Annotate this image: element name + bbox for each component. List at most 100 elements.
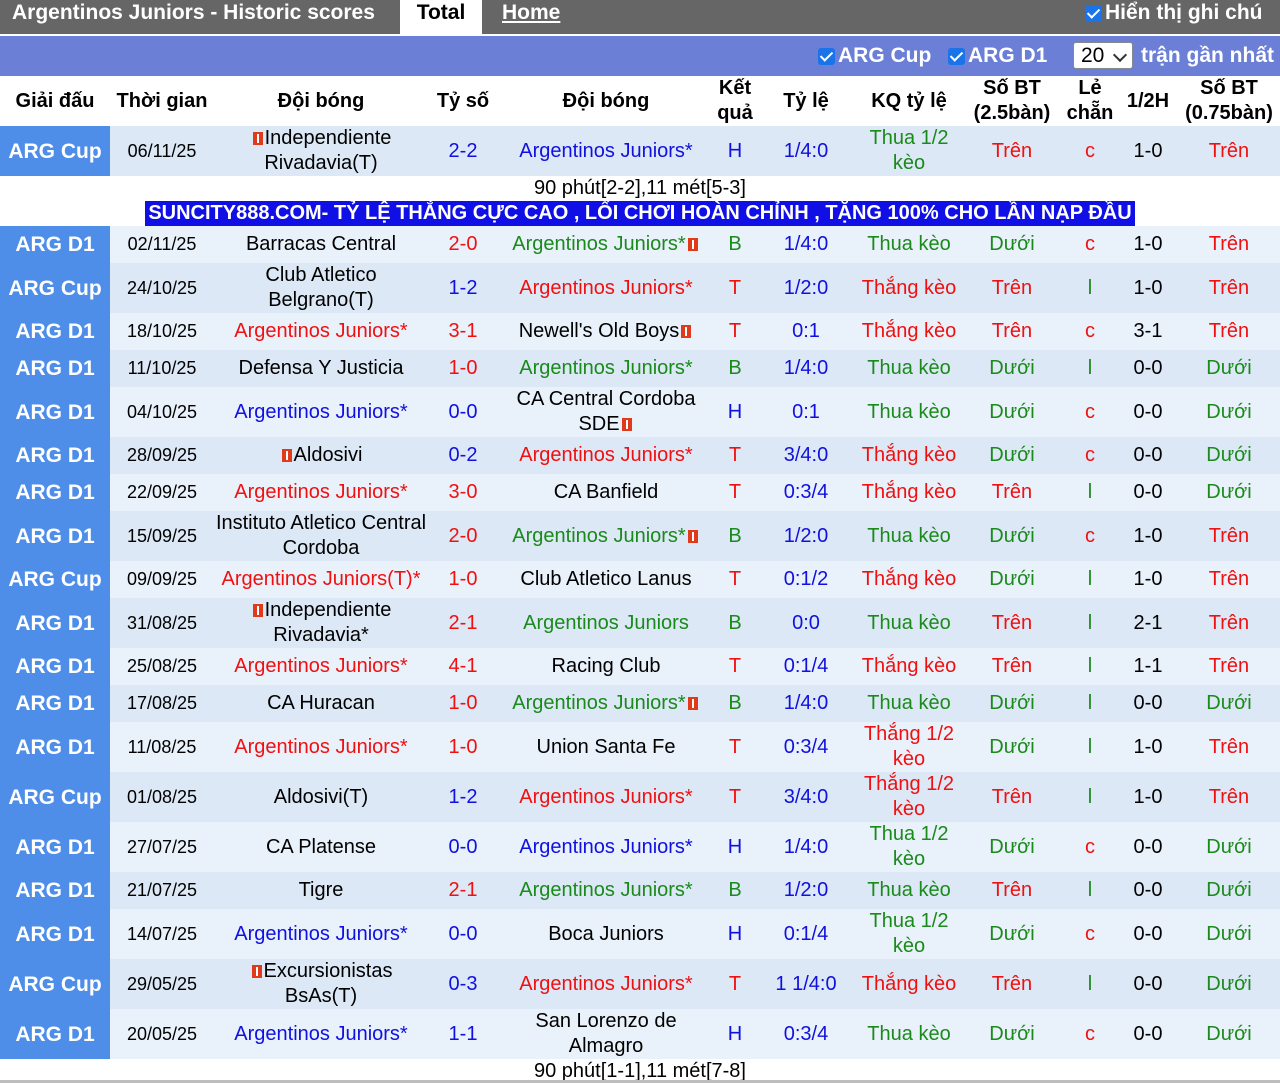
away-team-name[interactable]: Argentinos Juniors xyxy=(523,612,689,634)
away-team-name[interactable]: Argentinos Juniors* xyxy=(519,357,692,379)
goals-25-cell-text: Trên xyxy=(991,972,1033,995)
col-odds: Tỷ lệ xyxy=(756,76,856,126)
col-goals-075: Số BT (0.75bàn) xyxy=(1178,76,1280,126)
filter-arg-d1[interactable]: ARG D1 xyxy=(948,36,1047,76)
score-cell-text[interactable]: 3-0 xyxy=(449,481,478,503)
goals-075-cell-text: Dưới xyxy=(1206,879,1252,901)
date-cell: 18/10/25 xyxy=(110,313,214,350)
home-team-name[interactable]: Argentinos Juniors* xyxy=(234,655,407,677)
away-team-name[interactable]: Racing Club xyxy=(552,655,661,677)
away-team-cell: Argentinos Juniors* xyxy=(498,263,714,313)
home-team-name[interactable]: Argentinos Juniors* xyxy=(234,1023,407,1045)
score-cell-text[interactable]: 0-0 xyxy=(449,401,478,423)
score-cell-text[interactable]: 3-1 xyxy=(449,320,478,342)
home-team-name[interactable]: Argentinos Juniors(T)* xyxy=(222,568,421,590)
away-team-name[interactable]: Boca Juniors xyxy=(548,923,664,945)
home-team-name[interactable]: Argentinos Juniors* xyxy=(234,320,407,342)
score-cell-text[interactable]: 1-0 xyxy=(449,568,478,590)
goals-25-cell: Trên xyxy=(962,126,1062,176)
score-cell-text[interactable]: 1-2 xyxy=(449,277,478,299)
home-team-name[interactable]: CA Huracan xyxy=(267,692,375,714)
show-notes-checkbox[interactable] xyxy=(1085,4,1102,22)
half-score-cell-text: 1-0 xyxy=(1133,233,1163,255)
home-team-name[interactable]: Instituto Atletico Central Cordoba xyxy=(216,512,426,559)
tab-total[interactable]: Total xyxy=(400,0,482,36)
home-team-name[interactable]: Tigre xyxy=(299,879,344,901)
away-team-name[interactable]: Newell's Old Boys xyxy=(519,320,680,342)
score-cell-text[interactable]: 2-0 xyxy=(449,525,478,547)
home-team-name[interactable]: Argentinos Juniors* xyxy=(234,736,407,758)
result-cell: T xyxy=(714,474,756,511)
date-cell-text: 31/08/25 xyxy=(126,612,198,633)
score-cell-text[interactable]: 2-1 xyxy=(449,879,478,901)
score-cell-text[interactable]: 2-1 xyxy=(449,612,478,634)
score-cell-text[interactable]: 1-1 xyxy=(449,1023,478,1045)
away-team-name[interactable]: Argentinos Juniors* xyxy=(512,525,685,547)
away-team-name[interactable]: Argentinos Juniors* xyxy=(512,692,685,714)
home-team-name[interactable]: Barracas Central xyxy=(246,233,396,255)
away-team-name[interactable]: Argentinos Juniors* xyxy=(519,879,692,901)
odd-even-cell-text: l xyxy=(1087,568,1093,590)
odds-result-cell: Thắng 1/2 kèo xyxy=(856,722,962,772)
home-team-name[interactable]: Club Atletico Belgrano(T) xyxy=(265,264,376,311)
home-team-name[interactable]: Argentinos Juniors* xyxy=(234,923,407,945)
score-cell-text[interactable]: 1-0 xyxy=(449,736,478,758)
home-team-name[interactable]: Independiente Rivadavia* xyxy=(265,599,392,646)
col-time: Thời gian xyxy=(110,76,214,126)
show-notes-toggle[interactable]: Hiển thị ghi chú xyxy=(1085,2,1263,24)
col-result: Kết quả xyxy=(714,76,756,126)
score-cell-text[interactable]: 0-0 xyxy=(449,923,478,945)
match-count-select[interactable]: 20 xyxy=(1073,42,1133,69)
col-odds-result: KQ tỷ lệ xyxy=(856,76,962,126)
away-team-cell: Union Santa Fe xyxy=(498,722,714,772)
away-team-cell: CA Banfield xyxy=(498,474,714,511)
away-team-name[interactable]: CA Central Cordoba SDE xyxy=(517,388,696,435)
odds-cell-text: 1/4:0 xyxy=(783,357,829,379)
score-cell-text[interactable]: 0-0 xyxy=(449,836,478,858)
filter-arg-cup[interactable]: ARG Cup xyxy=(818,36,931,76)
promo-banner[interactable]: SUNCITY888.COM- TỶ LỆ THẮNG CỰC CAO , LỐ… xyxy=(145,201,1135,226)
score-cell-text[interactable]: 0-2 xyxy=(449,444,478,466)
home-team-name[interactable]: Argentinos Juniors* xyxy=(234,481,407,503)
result-cell: H xyxy=(714,1009,756,1059)
tab-home[interactable]: Home xyxy=(502,0,560,26)
score-cell-text[interactable]: 1-0 xyxy=(449,692,478,714)
home-team-name[interactable]: Argentinos Juniors* xyxy=(234,401,407,423)
away-team-name[interactable]: Argentinos Juniors* xyxy=(519,444,692,466)
away-team-name[interactable]: CA Banfield xyxy=(554,481,659,503)
score-cell-text[interactable]: 1-2 xyxy=(449,786,478,808)
away-team-name[interactable]: Argentinos Juniors* xyxy=(519,140,692,162)
home-team-name[interactable]: CA Platense xyxy=(266,836,376,858)
score-cell-text[interactable]: 2-2 xyxy=(449,140,478,162)
away-team-name[interactable]: Club Atletico Lanus xyxy=(520,568,691,590)
home-team-name[interactable]: Excursionistas BsAs(T) xyxy=(264,960,393,1007)
home-team-name[interactable]: Aldosivi xyxy=(294,444,363,466)
score-cell-text[interactable]: 4-1 xyxy=(449,655,478,677)
league-cell-text: ARG D1 xyxy=(15,1022,95,1046)
away-team-name[interactable]: Argentinos Juniors* xyxy=(519,786,692,808)
away-team-name[interactable]: San Lorenzo de Almagro xyxy=(535,1010,676,1057)
score-cell-text[interactable]: 2-0 xyxy=(449,233,478,255)
score-cell-text[interactable]: 0-3 xyxy=(449,973,478,995)
odd-even-cell-text: l xyxy=(1087,692,1093,714)
away-team-name[interactable]: Union Santa Fe xyxy=(537,736,676,758)
odd-even-cell: l xyxy=(1062,350,1118,387)
away-team-name[interactable]: Argentinos Juniors* xyxy=(519,836,692,858)
home-team-name[interactable]: Aldosivi(T) xyxy=(274,786,368,808)
goals-25-cell: Dưới xyxy=(962,561,1062,598)
away-team-name[interactable]: Argentinos Juniors* xyxy=(519,973,692,995)
home-team-name[interactable]: Independiente Rivadavia(T) xyxy=(264,127,391,174)
away-team-name[interactable]: Argentinos Juniors* xyxy=(519,277,692,299)
home-team-name[interactable]: Defensa Y Justicia xyxy=(239,357,404,379)
odds-result-cell: Thua kèo xyxy=(856,1009,962,1059)
half-score-cell: 1-0 xyxy=(1118,126,1178,176)
date-cell-text: 06/11/25 xyxy=(127,140,197,161)
arg-cup-checkbox[interactable] xyxy=(818,47,835,65)
goals-075-cell: Trên xyxy=(1178,722,1280,772)
odds-cell-text: 0:3/4 xyxy=(783,1022,829,1045)
league-cell: ARG D1 xyxy=(0,387,110,437)
arg-d1-checkbox[interactable] xyxy=(948,47,965,65)
score-cell-text[interactable]: 1-0 xyxy=(449,357,478,379)
away-team-name[interactable]: Argentinos Juniors* xyxy=(512,233,685,255)
goals-075-cell-text: Dưới xyxy=(1206,481,1252,503)
